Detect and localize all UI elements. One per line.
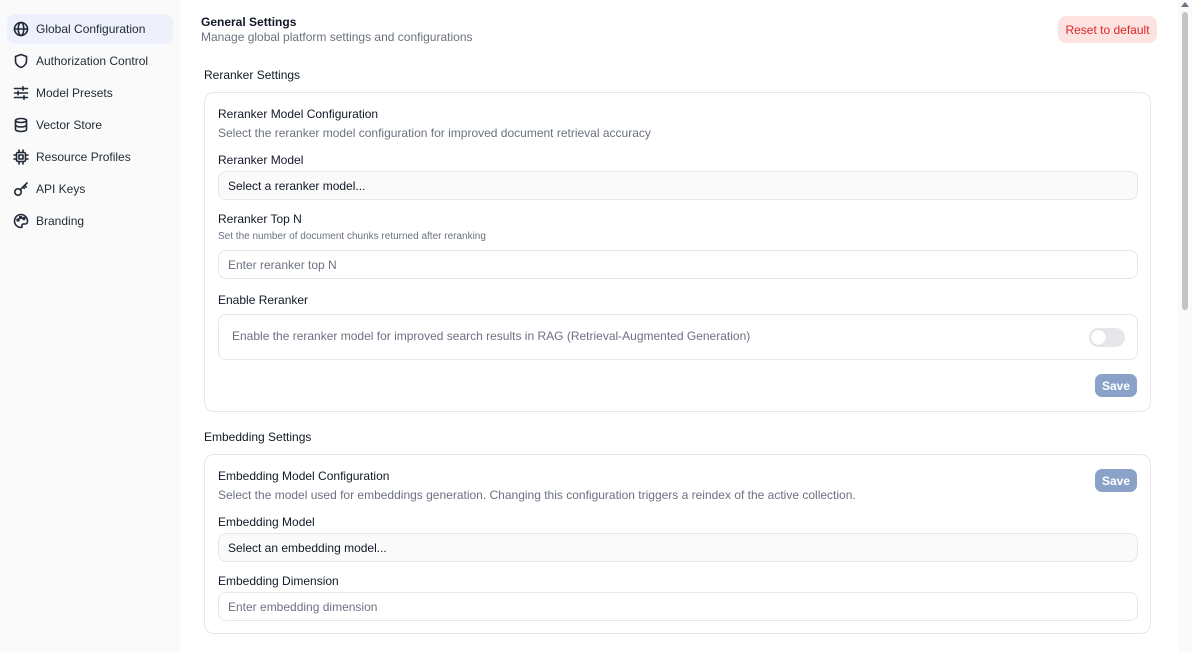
sidebar-item-label: Authorization Control (36, 54, 149, 68)
reranker-model-select-value: Select a reranker model... (228, 178, 366, 193)
sidebar-item-label: Model Presets (36, 86, 113, 100)
embedding-card-title: Embedding Model Configuration (218, 469, 390, 483)
toggle-knob (1091, 330, 1106, 345)
embedding-card-description: Select the model used for embeddings gen… (218, 488, 856, 502)
reranker-save-button[interactable]: Save (1095, 374, 1137, 397)
embedding-model-label: Embedding Model (218, 515, 315, 529)
reranker-topn-help: Set the number of document chunks return… (218, 231, 486, 242)
reranker-card-description: Select the reranker model configuration … (218, 126, 651, 140)
scrollbar[interactable] (1178, 0, 1192, 652)
enable-reranker-box: Enable the reranker model for improved s… (218, 314, 1138, 360)
embedding-dimension-input[interactable] (218, 592, 1138, 621)
scrollbar-thumb[interactable] (1182, 12, 1188, 310)
sliders-icon (13, 85, 29, 101)
reset-to-default-button[interactable]: Reset to default (1058, 16, 1157, 43)
globe-icon (13, 21, 29, 37)
key-icon (13, 181, 29, 197)
reranker-section-title: Reranker Settings (204, 68, 301, 82)
main-content: General Settings Manage global platform … (180, 0, 1178, 652)
sidebar: Global Configuration Authorization Contr… (0, 0, 180, 652)
embedding-save-button[interactable]: Save (1095, 469, 1137, 492)
embedding-model-select[interactable]: Select an embedding model... (218, 533, 1138, 562)
scroll-up-arrow-icon[interactable] (1181, 2, 1189, 7)
page-title: General Settings (201, 15, 297, 29)
embedding-card: Embedding Model Configuration Select the… (204, 454, 1151, 634)
reranker-model-select[interactable]: Select a reranker model... (218, 171, 1138, 200)
database-icon (13, 117, 29, 133)
embedding-dimension-label: Embedding Dimension (218, 574, 339, 588)
sidebar-item-label: API Keys (36, 182, 86, 196)
reranker-topn-label: Reranker Top N (218, 212, 302, 226)
sidebar-item-branding[interactable]: Branding (7, 206, 173, 236)
sidebar-item-label: Global Configuration (36, 22, 146, 36)
reranker-topn-input[interactable] (218, 250, 1138, 279)
sidebar-item-label: Vector Store (36, 118, 103, 132)
sidebar-item-model-presets[interactable]: Model Presets (7, 78, 173, 108)
shield-icon (13, 53, 29, 69)
sidebar-item-label: Branding (36, 214, 85, 228)
sidebar-item-vector-store[interactable]: Vector Store (7, 110, 173, 140)
sidebar-item-resource-profiles[interactable]: Resource Profiles (7, 142, 173, 172)
sidebar-item-label: Resource Profiles (36, 150, 131, 164)
embedding-model-select-value: Select an embedding model... (228, 540, 387, 555)
enable-reranker-toggle[interactable] (1089, 328, 1125, 347)
embedding-section-title: Embedding Settings (204, 430, 312, 444)
page-subtitle: Manage global platform settings and conf… (201, 30, 473, 44)
reranker-model-label: Reranker Model (218, 153, 304, 167)
sidebar-item-api-keys[interactable]: API Keys (7, 174, 173, 204)
cpu-icon (13, 149, 29, 165)
palette-icon (13, 213, 29, 229)
reranker-card: Reranker Model Configuration Select the … (204, 92, 1151, 412)
sidebar-item-global-configuration[interactable]: Global Configuration (7, 14, 173, 44)
reranker-card-title: Reranker Model Configuration (218, 107, 379, 121)
enable-reranker-description: Enable the reranker model for improved s… (232, 329, 751, 343)
sidebar-item-authorization-control[interactable]: Authorization Control (7, 46, 173, 76)
enable-reranker-label: Enable Reranker (218, 293, 309, 307)
